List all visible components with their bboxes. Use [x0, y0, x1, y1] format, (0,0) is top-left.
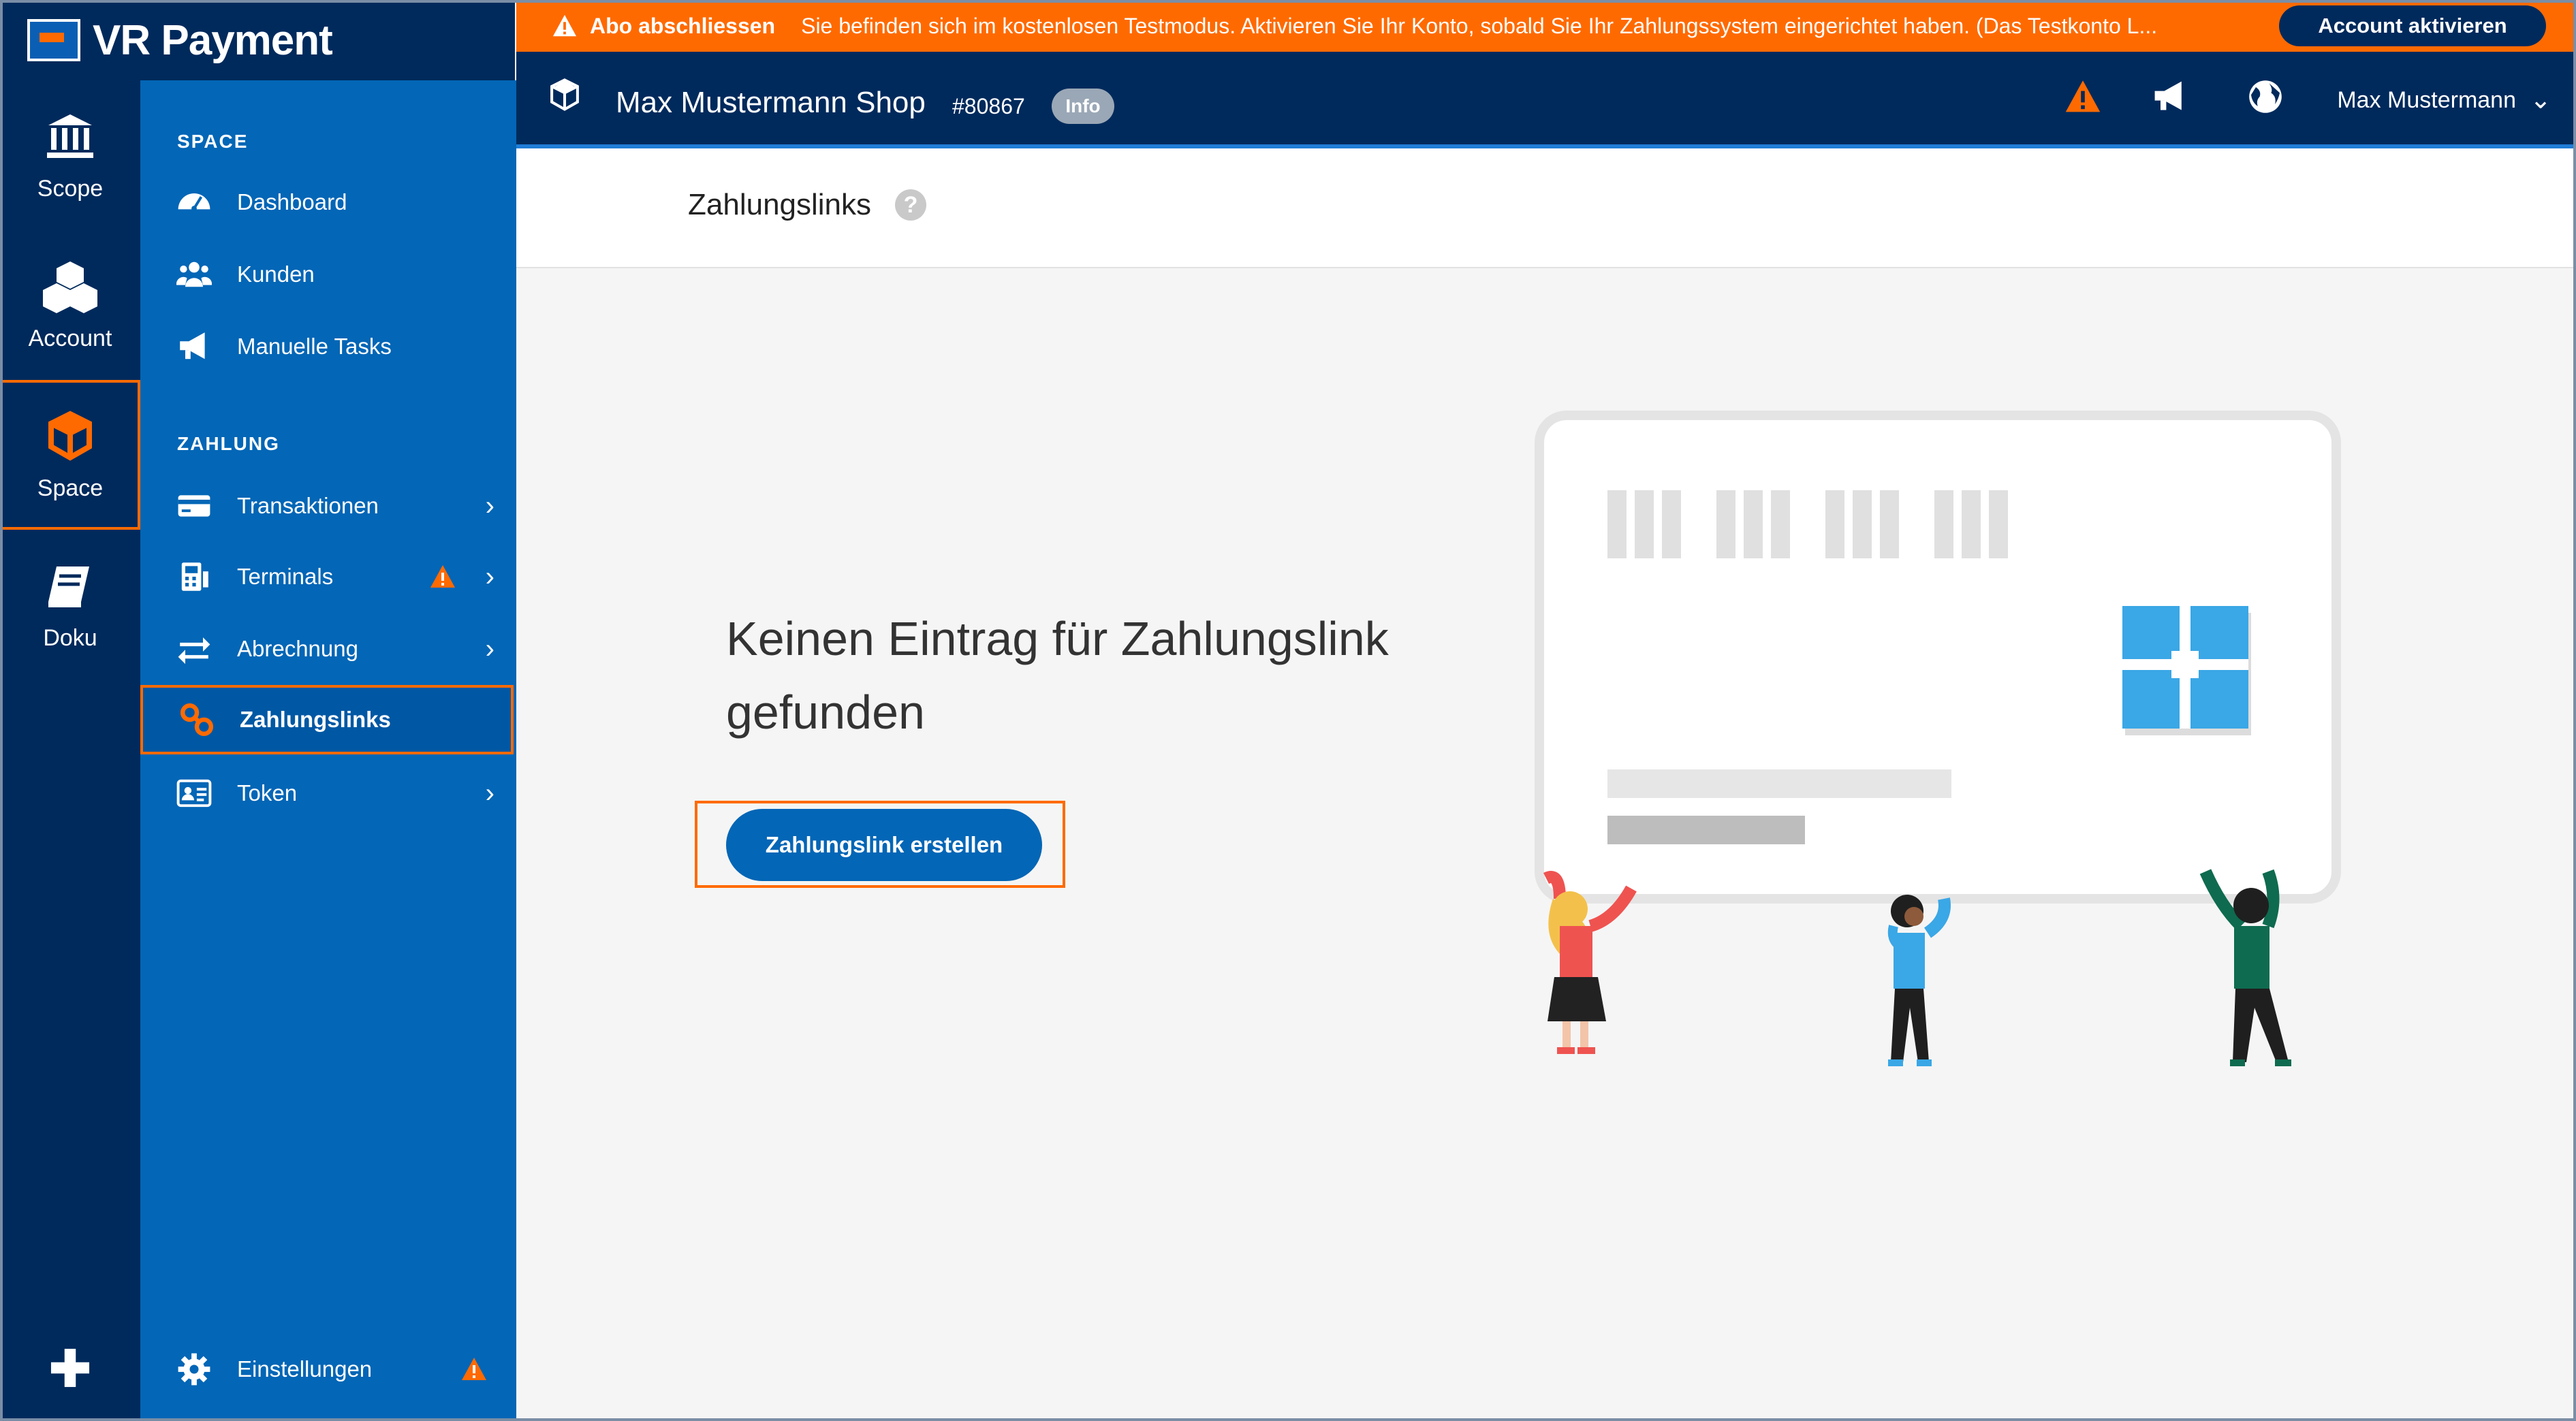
sidebar-item-einstellungen[interactable]: Einstellungen — [140, 1335, 514, 1404]
brand-name: VR Payment — [93, 16, 333, 64]
sidebar-item-label: Zahlungslinks — [240, 707, 391, 732]
sidebar-item-label: Kunden — [237, 261, 315, 287]
cube-icon — [550, 78, 579, 111]
empty-state-line-2: gefunden — [726, 686, 925, 739]
brand-header: VR Payment — [0, 0, 515, 80]
bank-icon — [47, 114, 93, 158]
rail-label-scope: Scope — [37, 175, 104, 202]
page-title-bar: Zahlungslinks ? — [516, 148, 2576, 268]
exchange-icon — [178, 637, 210, 665]
banner-title[interactable]: Abo abschliessen — [590, 14, 775, 39]
sidebar-item-terminals[interactable]: Terminals › — [140, 542, 514, 611]
book-icon — [48, 566, 89, 607]
warning-icon — [462, 1358, 486, 1380]
sidebar-item-label: Token — [237, 780, 298, 805]
sidebar-section-space: SPACE — [177, 131, 249, 152]
space-header: Max Mustermann Shop #80867 Info Max Must… — [516, 52, 2576, 148]
user-menu[interactable]: Max Mustermann — [2337, 87, 2516, 114]
plus-icon — [50, 1348, 90, 1388]
rail-label-doku: Doku — [43, 624, 97, 651]
megaphone-icon[interactable] — [2151, 78, 2189, 116]
chevron-right-icon: › — [485, 561, 494, 592]
sidebar-section-zahlung: ZAHLUNG — [177, 433, 280, 454]
sidebar-item-zahlungslinks[interactable]: Zahlungslinks — [140, 685, 514, 754]
rail-item-space[interactable]: Space — [0, 380, 140, 530]
link-icon — [180, 703, 214, 737]
shop-name[interactable]: Max Mustermann Shop — [616, 86, 926, 120]
megaphone-icon — [180, 332, 205, 360]
sidebar-item-transaktionen[interactable]: Transaktionen › — [140, 471, 514, 541]
chevron-right-icon: › — [485, 490, 494, 521]
trial-banner: Abo abschliessen Sie befinden sich im ko… — [516, 0, 2576, 52]
warning-icon[interactable] — [2064, 78, 2102, 116]
empty-state-line-1: Keinen Eintrag für Zahlungslink — [726, 612, 1389, 665]
terminal-icon — [181, 562, 208, 591]
users-icon — [176, 261, 212, 287]
chevron-right-icon: › — [485, 778, 494, 808]
sidebar-item-kunden[interactable]: Kunden — [140, 240, 514, 309]
rail-label-space: Space — [37, 475, 104, 501]
sidebar-item-token[interactable]: Token › — [140, 759, 514, 828]
info-badge[interactable]: Info — [1052, 89, 1114, 124]
empty-state-heading: Keinen Eintrag für Zahlungslink gefunden — [726, 602, 1475, 749]
empty-state-illustration — [1535, 411, 2341, 1066]
rail-item-account[interactable]: Account — [0, 230, 140, 380]
sidebar-item-manuelle-tasks[interactable]: Manuelle Tasks — [140, 312, 514, 381]
warning-icon — [552, 14, 577, 37]
left-rail: Scope Account Space Doku — [0, 0, 140, 1421]
cube-icon — [48, 411, 92, 461]
id-card-icon — [176, 779, 212, 808]
sidebar-item-dashboard[interactable]: Dashboard — [140, 167, 514, 237]
gear-icon — [178, 1353, 210, 1386]
shop-id: #80867 — [952, 94, 1025, 118]
sidebar-item-label: Transaktionen — [237, 493, 379, 518]
sidebar-item-label: Einstellungen — [237, 1356, 373, 1382]
cubes-icon — [43, 261, 97, 313]
vr-logo-icon — [27, 19, 80, 61]
activate-account-button[interactable]: Account aktivieren — [2279, 5, 2546, 46]
help-icon[interactable]: ? — [895, 189, 926, 221]
globe-icon[interactable] — [2246, 78, 2284, 116]
rail-item-doku[interactable]: Doku — [0, 530, 140, 680]
create-payment-link-button[interactable]: Zahlungslink erstellen — [726, 809, 1042, 881]
chevron-right-icon: › — [485, 633, 494, 664]
sidebar-item-label: Abrechnung — [237, 636, 358, 661]
credit-card-icon — [178, 495, 210, 517]
rail-label-account: Account — [28, 325, 112, 351]
rail-item-scope[interactable]: Scope — [0, 80, 140, 230]
sidebar-item-label: Terminals — [237, 564, 334, 589]
page-title: Zahlungslinks — [688, 188, 872, 221]
add-button[interactable] — [48, 1345, 93, 1390]
sidebar-item-abrechnung[interactable]: Abrechnung › — [140, 614, 514, 684]
sidebar-item-label: Dashboard — [237, 189, 347, 214]
sidebar: SPACE Dashboard Kunden Manuelle Tasks ZA… — [140, 80, 516, 1421]
warning-icon — [430, 565, 455, 588]
dashboard-icon — [178, 193, 210, 211]
sidebar-item-label: Manuelle Tasks — [237, 334, 392, 359]
banner-message: Sie befinden sich im kostenlosen Testmod… — [801, 13, 2158, 38]
chevron-down-icon[interactable]: ⌄ — [2530, 84, 2551, 115]
